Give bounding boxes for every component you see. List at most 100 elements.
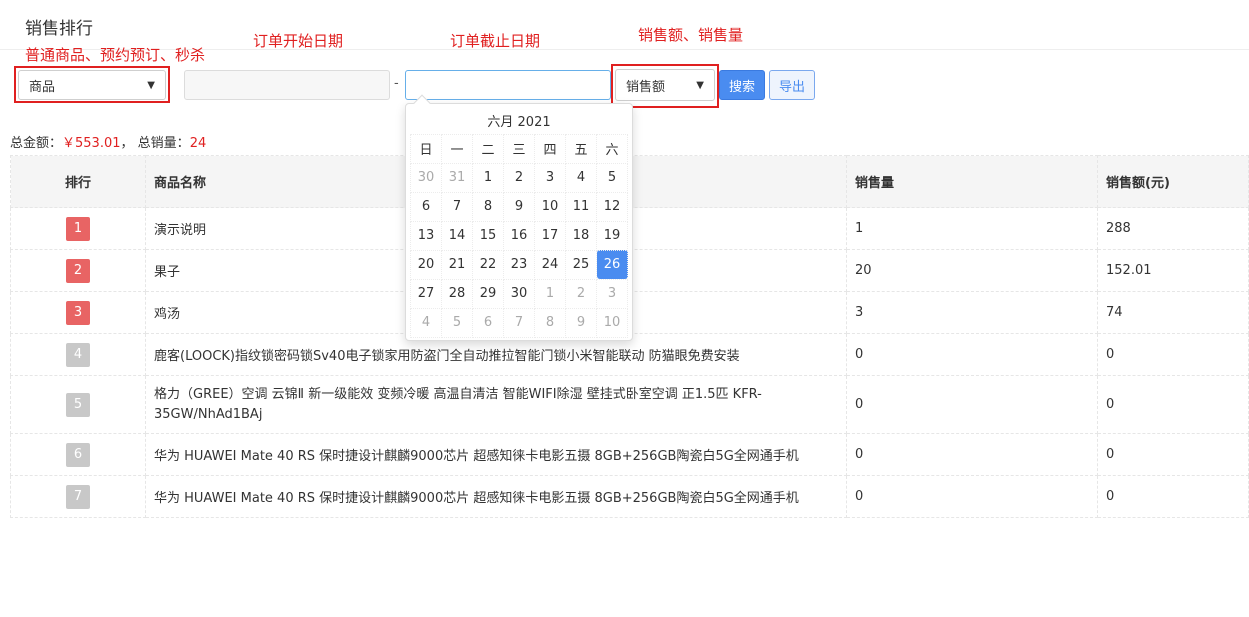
calendar-day[interactable]: 7 xyxy=(503,307,535,338)
summary-separator: ， xyxy=(120,136,134,151)
annotation-metric-note: 销售额、销售量 xyxy=(638,26,744,44)
search-button[interactable]: 搜索 xyxy=(719,70,765,100)
calendar-day[interactable]: 23 xyxy=(503,249,535,280)
calendar-day[interactable]: 5 xyxy=(596,162,628,193)
rank-badge: 6 xyxy=(66,442,90,467)
calendar-day[interactable]: 3 xyxy=(596,278,628,309)
sales-metric-select-value: 销售额 xyxy=(626,79,666,95)
product-type-select-value: 商品 xyxy=(29,79,56,95)
rank-cell: 2 xyxy=(10,249,146,292)
calendar-day[interactable]: 29 xyxy=(472,278,504,309)
calendar-day[interactable]: 11 xyxy=(565,191,597,222)
weekday-label: 日 xyxy=(410,133,442,164)
calendar-day[interactable]: 12 xyxy=(596,191,628,222)
calendar-day[interactable]: 6 xyxy=(472,307,504,338)
next-month-cell[interactable] xyxy=(597,108,628,134)
start-date-input[interactable] xyxy=(184,70,390,100)
weekday-label: 一 xyxy=(441,133,473,164)
page-title: 销售排行 xyxy=(25,19,93,39)
total-qty-label: 总销量： xyxy=(137,136,190,151)
sales-qty-cell: 0 xyxy=(846,375,1098,434)
calendar-week-row: 4 5 6 7 8 9 10 xyxy=(410,307,628,338)
sales-amount-cell: 74 xyxy=(1097,291,1249,334)
rank-cell: 3 xyxy=(10,291,146,334)
product-name-cell: 格力（GREE）空调 云锦Ⅱ 新一级能效 变频冷暖 高温自清洁 智能WIFI除湿… xyxy=(145,375,847,434)
calendar-day[interactable]: 20 xyxy=(410,249,442,280)
sales-amount-cell: 0 xyxy=(1097,475,1249,518)
sales-amount-cell: 288 xyxy=(1097,207,1249,250)
calendar-day[interactable]: 15 xyxy=(472,220,504,251)
header-sales-qty: 销售量 xyxy=(846,155,1098,208)
calendar-day[interactable]: 8 xyxy=(534,307,566,338)
calendar-day[interactable]: 30 xyxy=(410,162,442,193)
calendar-day[interactable]: 19 xyxy=(596,220,628,251)
date-picker-month-title[interactable]: 六月 2021 xyxy=(442,108,597,134)
calendar-day[interactable]: 30 xyxy=(503,278,535,309)
sales-amount-cell: 0 xyxy=(1097,375,1249,434)
calendar-day[interactable]: 17 xyxy=(534,220,566,251)
calendar-day[interactable]: 6 xyxy=(410,191,442,222)
table-row: 7 华为 HUAWEI Mate 40 RS 保时捷设计麒麟9000芯片 超感知… xyxy=(10,475,1249,518)
rank-cell: 4 xyxy=(10,333,146,376)
total-qty-value: 24 xyxy=(189,136,207,151)
calendar-day[interactable]: 2 xyxy=(503,162,535,193)
export-button[interactable]: 导出 xyxy=(769,70,815,100)
weekday-label: 五 xyxy=(565,133,597,164)
rank-badge: 5 xyxy=(66,392,90,417)
rank-cell: 7 xyxy=(10,475,146,518)
sales-summary: 总金额：￥553.01， 总销量：24 xyxy=(10,132,206,151)
calendar-day[interactable]: 16 xyxy=(503,220,535,251)
calendar-day[interactable]: 31 xyxy=(441,162,473,193)
weekday-label: 六 xyxy=(596,133,628,164)
chevron-down-icon: ▼ xyxy=(147,79,155,91)
calendar-day[interactable]: 24 xyxy=(534,249,566,280)
calendar-day[interactable]: 2 xyxy=(565,278,597,309)
product-name-cell: 华为 HUAWEI Mate 40 RS 保时捷设计麒麟9000芯片 超感知徕卡… xyxy=(145,433,847,476)
calendar-day[interactable]: 13 xyxy=(410,220,442,251)
calendar-day[interactable]: 27 xyxy=(410,278,442,309)
calendar-day[interactable]: 14 xyxy=(441,220,473,251)
product-type-select[interactable]: 商品 ▼ xyxy=(18,70,166,100)
calendar-day[interactable]: 25 xyxy=(565,249,597,280)
calendar-day[interactable]: 7 xyxy=(441,191,473,222)
rank-badge: 2 xyxy=(66,258,90,283)
total-amount-label: 总金额： xyxy=(10,136,63,151)
calendar-day[interactable]: 3 xyxy=(534,162,566,193)
calendar-day[interactable]: 28 xyxy=(441,278,473,309)
calendar-day[interactable]: 9 xyxy=(565,307,597,338)
calendar-day[interactable]: 21 xyxy=(441,249,473,280)
calendar-day[interactable]: 1 xyxy=(534,278,566,309)
calendar-day[interactable]: 8 xyxy=(472,191,504,222)
calendar-day[interactable]: 4 xyxy=(410,307,442,338)
sales-qty-cell: 0 xyxy=(846,475,1098,518)
product-name-cell: 华为 HUAWEI Mate 40 RS 保时捷设计麒麟9000芯片 超感知徕卡… xyxy=(145,475,847,518)
rank-cell: 6 xyxy=(10,433,146,476)
rank-cell: 5 xyxy=(10,375,146,434)
calendar-day[interactable]: 22 xyxy=(472,249,504,280)
annotation-end-date-note: 订单截止日期 xyxy=(450,32,541,50)
calendar-day[interactable]: 9 xyxy=(503,191,535,222)
end-date-input[interactable] xyxy=(405,70,611,100)
sales-qty-cell: 1 xyxy=(846,207,1098,250)
calendar-day[interactable]: 10 xyxy=(596,307,628,338)
sales-qty-cell: 3 xyxy=(846,291,1098,334)
calendar-day[interactable]: 4 xyxy=(565,162,597,193)
rank-badge: 7 xyxy=(66,484,90,509)
table-row: 6 华为 HUAWEI Mate 40 RS 保时捷设计麒麟9000芯片 超感知… xyxy=(10,433,1249,476)
annotation-type-note: 普通商品、预约预订、秒杀 xyxy=(25,46,206,64)
calendar-day[interactable]: 18 xyxy=(565,220,597,251)
table-row: 5 格力（GREE）空调 云锦Ⅱ 新一级能效 变频冷暖 高温自清洁 智能WIFI… xyxy=(10,375,1249,434)
date-range-separator: - xyxy=(394,76,399,91)
sales-amount-cell: 0 xyxy=(1097,433,1249,476)
calendar-week-row: 20 21 22 23 24 25 26 xyxy=(410,249,628,280)
date-picker-popup: 六月 2021 日 一 二 三 四 五 六 30 31 1 2 3 4 5 6 … xyxy=(405,94,633,341)
calendar-week-row: 27 28 29 30 1 2 3 xyxy=(410,278,628,309)
calendar-day[interactable]: 5 xyxy=(441,307,473,338)
prev-month-cell[interactable] xyxy=(411,108,442,134)
calendar-day[interactable]: 10 xyxy=(534,191,566,222)
calendar-day-selected[interactable]: 26 xyxy=(596,249,628,280)
sales-metric-select[interactable]: 销售额 ▼ xyxy=(615,69,715,101)
calendar-week-row: 13 14 15 16 17 18 19 xyxy=(410,220,628,251)
rank-cell: 1 xyxy=(10,207,146,250)
calendar-day[interactable]: 1 xyxy=(472,162,504,193)
